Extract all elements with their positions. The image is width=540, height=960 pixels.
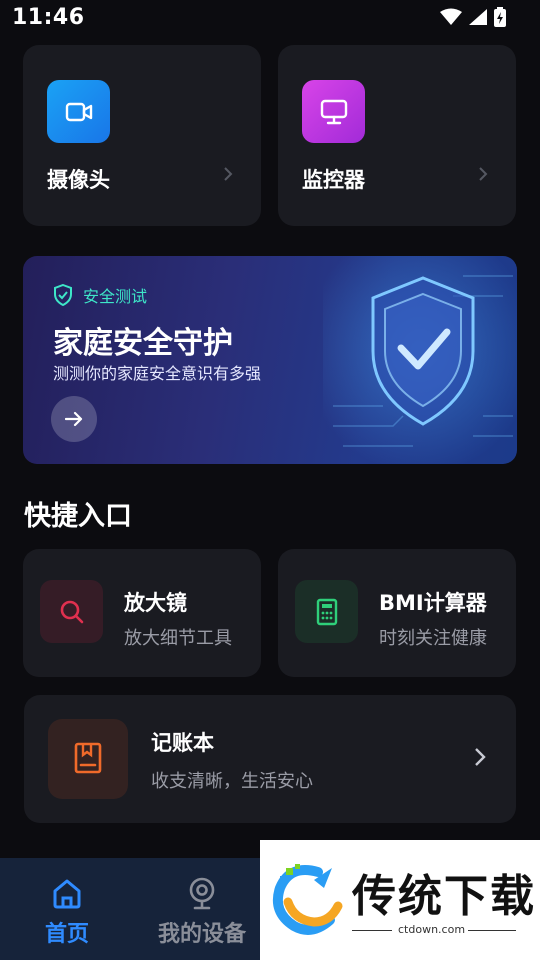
calculator-icon [295,580,358,643]
watermark-text: 传统下载 [352,871,536,922]
home-icon [50,876,84,910]
webcam-icon [187,876,217,910]
security-test-banner[interactable]: 安全测试 家庭安全守护 测测你的家庭安全意识有多强 [23,256,517,464]
status-time: 11:46 [12,5,85,30]
book-icon [48,719,128,799]
banner-title: 家庭安全守护 [53,326,233,361]
signal-icon [469,9,487,25]
section-title-quick: 快捷入口 [24,501,132,532]
watermark-logo: 传统下载 ctdown.com [260,840,540,960]
device-card-camera[interactable]: 摄像头 [23,45,261,226]
shield-check-icon [54,284,72,306]
tool-title: 放大镜 [124,591,187,615]
tab-home[interactable]: 首页 [2,858,132,960]
tool-title: BMI计算器 [379,591,487,615]
ledger-subtitle: 收支清晰，生活安心 [151,771,313,792]
tool-subtitle: 放大细节工具 [124,628,232,649]
device-card-monitor[interactable]: 监控器 [278,45,516,226]
banner-subtitle: 测测你的家庭安全意识有多强 [53,364,262,383]
arrow-right-icon [65,411,83,427]
chevron-right-icon [475,748,486,766]
banner-tag-label: 安全测试 [83,287,148,306]
chevron-right-icon [224,167,233,181]
status-bar: 11:46 [0,0,540,38]
tool-subtitle: 时刻关注健康 [379,628,487,649]
tab-my-devices[interactable]: 我的设备 [137,858,267,960]
tool-card-bmi[interactable]: BMI计算器 时刻关注健康 [278,549,516,677]
ctdown-logo-icon [272,864,343,935]
tab-label: 首页 [44,922,89,947]
battery-icon [494,7,506,27]
status-icons [440,7,506,27]
video-camera-icon [47,80,110,143]
watermark-divider [352,930,392,931]
monitor-icon [302,80,365,143]
tab-label: 我的设备 [157,922,246,947]
watermark-url: ctdown.com [398,923,466,936]
banner-tag: 安全测试 [53,283,147,307]
device-label: 摄像头 [47,168,110,192]
tool-card-magnifier[interactable]: 放大镜 放大细节工具 [23,549,261,677]
device-label: 监控器 [302,168,365,192]
ledger-title: 记账本 [151,731,214,755]
wifi-icon [440,8,462,25]
ledger-card[interactable]: 记账本 收支清晰，生活安心 [24,695,516,823]
shield-illustration [323,256,517,464]
banner-arrow-button[interactable] [51,396,97,442]
watermark-divider [468,930,516,931]
search-icon [40,580,103,643]
chevron-right-icon [479,167,488,181]
